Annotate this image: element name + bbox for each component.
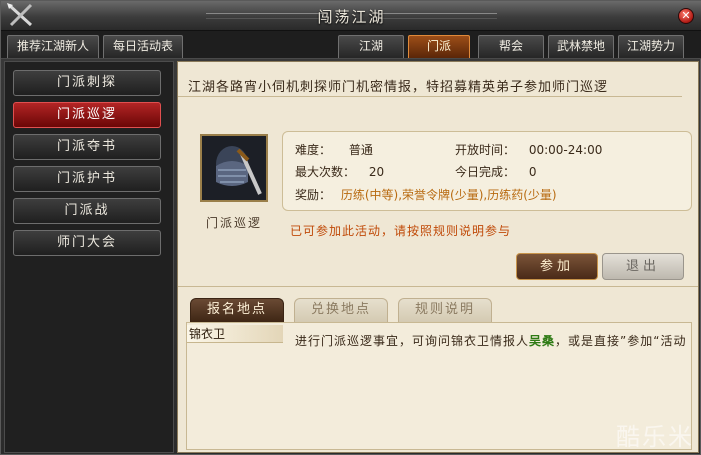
sidebar-item-sect-steal-book[interactable]: 门派夺书 (13, 134, 161, 160)
close-button[interactable]: ✕ (678, 8, 694, 24)
sidebar-item-sect-guard-book[interactable]: 门派护书 (13, 166, 161, 192)
open-time-label: 开放时间： (455, 143, 516, 157)
window-title: 闯荡江湖 (317, 8, 386, 26)
tab-daily-schedule[interactable]: 每日活动表 (103, 35, 183, 58)
tab-sect[interactable]: 门派 (408, 35, 470, 58)
sidebar-item-master-assembly[interactable]: 师门大会 (13, 230, 161, 256)
reward-row: 奖励： 历练(中等),荣誉令牌(少量),历练药(少量) (295, 186, 557, 203)
subtab-signup-location[interactable]: 报名地点 (190, 298, 284, 322)
difficulty-value: 普通 (348, 143, 373, 157)
max-times-value: 20 (368, 165, 385, 179)
description-suffix: ，或是直接”参加“活动 (555, 334, 687, 348)
join-button[interactable]: 参加 (516, 253, 598, 280)
title-bar: 闯荡江湖 ✕ (1, 1, 701, 31)
sidebar-item-sect-spy[interactable]: 门派刺探 (13, 70, 161, 96)
difficulty-row: 难度： 普通 (295, 141, 373, 158)
done-today-value: 0 (528, 165, 537, 179)
location-description: 进行门派巡逻事宜，可询问锦衣卫情报人吴桑，或是直接”参加“活动 (295, 331, 687, 351)
tab-guild[interactable]: 帮会 (478, 35, 544, 58)
activity-portrait (200, 134, 268, 202)
open-time-value: 00:00-24:00 (528, 143, 603, 157)
subtab-rules[interactable]: 规则说明 (398, 298, 492, 322)
max-times-label: 最大次数： (295, 165, 356, 179)
sidebar-item-sect-war[interactable]: 门派战 (13, 198, 161, 224)
npc-name-link[interactable]: 吴桑 (529, 334, 555, 348)
section-divider (178, 286, 698, 287)
reward-value: 历练(中等),荣誉令牌(少量),历练药(少量) (340, 188, 557, 202)
tab-jianghu-forces[interactable]: 江湖势力 (618, 35, 684, 58)
open-time-row: 开放时间： 00:00-24:00 (455, 141, 602, 158)
activity-intro: 江湖各路宵小伺机刺探师门机密情报，特招募精英弟子参加师门巡逻 (188, 80, 609, 95)
activity-sidebar: 门派刺探 门派巡逻 门派夺书 门派护书 门派战 师门大会 (4, 61, 174, 453)
tab-forbidden-area[interactable]: 武林禁地 (548, 35, 614, 58)
location-list-item[interactable]: 锦衣卫 (187, 325, 283, 343)
sidebar-item-sect-patrol[interactable]: 门派巡逻 (13, 102, 161, 128)
intro-divider (178, 96, 682, 97)
tab-jianghu[interactable]: 江湖 (338, 35, 404, 58)
activity-detail-panel: 江湖各路宵小伺机刺探师门机密情报，特招募精英弟子参加师门巡逻 门派巡逻 难度： … (177, 61, 699, 453)
game-window: 闯荡江湖 ✕ 推荐江湖新人 每日活动表 江湖 门派 帮会 武林禁地 江湖势力 门… (0, 0, 701, 455)
activity-info-box: 难度： 普通 开放时间： 00:00-24:00 最大次数： 20 今日完成： … (282, 131, 692, 211)
subtab-exchange-location[interactable]: 兑换地点 (294, 298, 388, 322)
participation-notice: 已可参加此活动，请按照规则说明参与 (290, 224, 512, 238)
done-today-row: 今日完成： 0 (455, 163, 536, 180)
top-tab-bar: 推荐江湖新人 每日活动表 江湖 门派 帮会 武林禁地 江湖势力 (1, 31, 701, 59)
done-today-label: 今日完成： (455, 165, 516, 179)
max-times-row: 最大次数： 20 (295, 163, 384, 180)
watermark-text: 酷乐米 (616, 423, 694, 451)
portrait-caption: 门派巡逻 (205, 216, 262, 230)
reward-label: 奖励： (295, 188, 332, 202)
masked-warrior-icon (202, 136, 266, 200)
difficulty-label: 难度： (295, 143, 332, 157)
tab-recommend-newcomers[interactable]: 推荐江湖新人 (7, 35, 99, 58)
exit-button[interactable]: 退出 (602, 253, 684, 280)
description-prefix: 进行门派巡逻事宜，可询问锦衣卫情报人 (295, 334, 530, 348)
